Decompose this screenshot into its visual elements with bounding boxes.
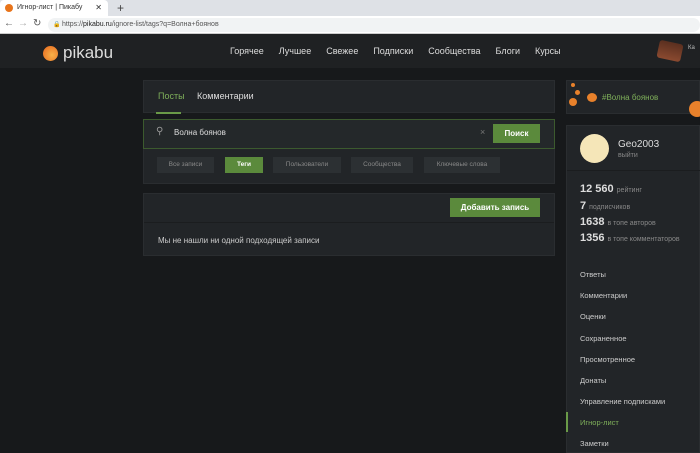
sidebar-item-saved[interactable]: Сохраненное (580, 334, 627, 343)
filter-tags[interactable]: Теги (225, 157, 263, 173)
stat-label: подписчиков (589, 204, 631, 211)
logo-text: pikabu (63, 43, 114, 62)
stat-value: 12 560 (580, 183, 614, 195)
divider (567, 170, 700, 171)
filter-communities[interactable]: Сообщества (351, 157, 413, 173)
back-icon[interactable]: ← (4, 18, 14, 29)
filter-users[interactable]: Пользователи (273, 157, 341, 173)
stat-value: 1356 (580, 232, 605, 244)
stat-subscribers: 7 подписчиков (580, 200, 630, 212)
stat-label: рейтинг (616, 187, 642, 194)
new-tab-button[interactable]: + (117, 1, 124, 15)
main-nav: Горячее Лучшее Свежее Подписки Сообществ… (230, 46, 561, 56)
nav-blogs[interactable]: Блоги (496, 46, 520, 56)
url-path: /ignore-list/tags?q=Волна+боянов (111, 21, 219, 28)
sidebar-item-manage-subscriptions[interactable]: Управление подписками (580, 397, 665, 406)
avatar[interactable] (580, 134, 609, 163)
decor-icon (575, 90, 580, 95)
stat-rating: 12 560 рейтинг (580, 183, 642, 195)
nav-courses[interactable]: Курсы (535, 46, 561, 56)
tab-title: Игнор-лист | Пикабу (17, 4, 83, 11)
stat-label: в топе авторов (607, 220, 656, 227)
tab-posts[interactable]: Посты (158, 91, 185, 101)
logout-link[interactable]: выйти (618, 152, 638, 159)
decor-icon (587, 93, 597, 102)
filter-all[interactable]: Все записи (157, 157, 214, 173)
sidebar-item-ignore-list[interactable]: Игнор-лист (580, 418, 619, 427)
clear-icon[interactable]: × (480, 127, 485, 137)
decor-icon (569, 98, 577, 106)
sidebar-item-viewed[interactable]: Просмотренное (580, 355, 635, 364)
decor-icon (689, 101, 700, 117)
forward-icon[interactable]: → (18, 18, 28, 29)
nav-subscriptions[interactable]: Подписки (373, 46, 413, 56)
sidebar-item-comments[interactable]: Комментарии (580, 291, 627, 300)
stat-value: 1638 (580, 216, 605, 228)
stat-value: 7 (580, 200, 587, 212)
logo[interactable]: pikabu (43, 43, 113, 63)
nav-new[interactable]: Свежее (326, 46, 358, 56)
nav-hot[interactable]: Горячее (230, 46, 264, 56)
promo-text[interactable]: Ка (688, 45, 695, 51)
lock-icon: 🔒 (53, 22, 61, 28)
stat-top-commenters: 1356 в топе комментаторов (580, 232, 680, 244)
stat-top-authors: 1638 в топе авторов (580, 216, 656, 228)
nav-best[interactable]: Лучшее (279, 46, 311, 56)
url-domain: pikabu.ru (83, 21, 112, 28)
active-tab-indicator (156, 112, 181, 114)
sidebar-item-donations[interactable]: Донаты (580, 376, 606, 385)
username[interactable]: Geo2003 (618, 139, 659, 150)
url-input[interactable]: 🔒 https://pikabu.ru/ignore-list/tags?q=Во… (48, 18, 700, 32)
add-entry-button[interactable]: Добавить запись (450, 198, 540, 217)
banner-tag[interactable]: #Волна боянов (602, 93, 658, 102)
content-tabs: Посты Комментарии (143, 80, 555, 114)
active-item-indicator (566, 412, 568, 432)
url-prefix: https:// (62, 21, 84, 28)
search-input[interactable]: Волна боянов (174, 128, 226, 137)
sidebar-item-replies[interactable]: Ответы (580, 270, 606, 279)
logo-icon (43, 45, 58, 61)
search-icon: ⚲ (156, 126, 164, 137)
filter-keywords[interactable]: Ключевые слова (424, 157, 500, 173)
close-tab-icon[interactable]: ✕ (95, 3, 102, 12)
divider (144, 222, 554, 223)
sidebar-item-notes[interactable]: Заметки (580, 439, 609, 448)
reload-icon[interactable]: ↻ (33, 18, 41, 29)
favicon-icon (5, 4, 13, 12)
browser-tab[interactable]: Игнор-лист | Пикабу ✕ (0, 0, 108, 16)
sidebar-item-ratings[interactable]: Оценки (580, 312, 606, 321)
tab-comments[interactable]: Комментарии (197, 91, 254, 101)
search-button[interactable]: Поиск (493, 124, 540, 143)
empty-message: Мы не нашли ни одной подходящей записи (158, 236, 320, 245)
nav-communities[interactable]: Сообщества (428, 46, 480, 56)
stat-label: в топе комментаторов (607, 236, 680, 243)
decor-icon (571, 83, 575, 87)
